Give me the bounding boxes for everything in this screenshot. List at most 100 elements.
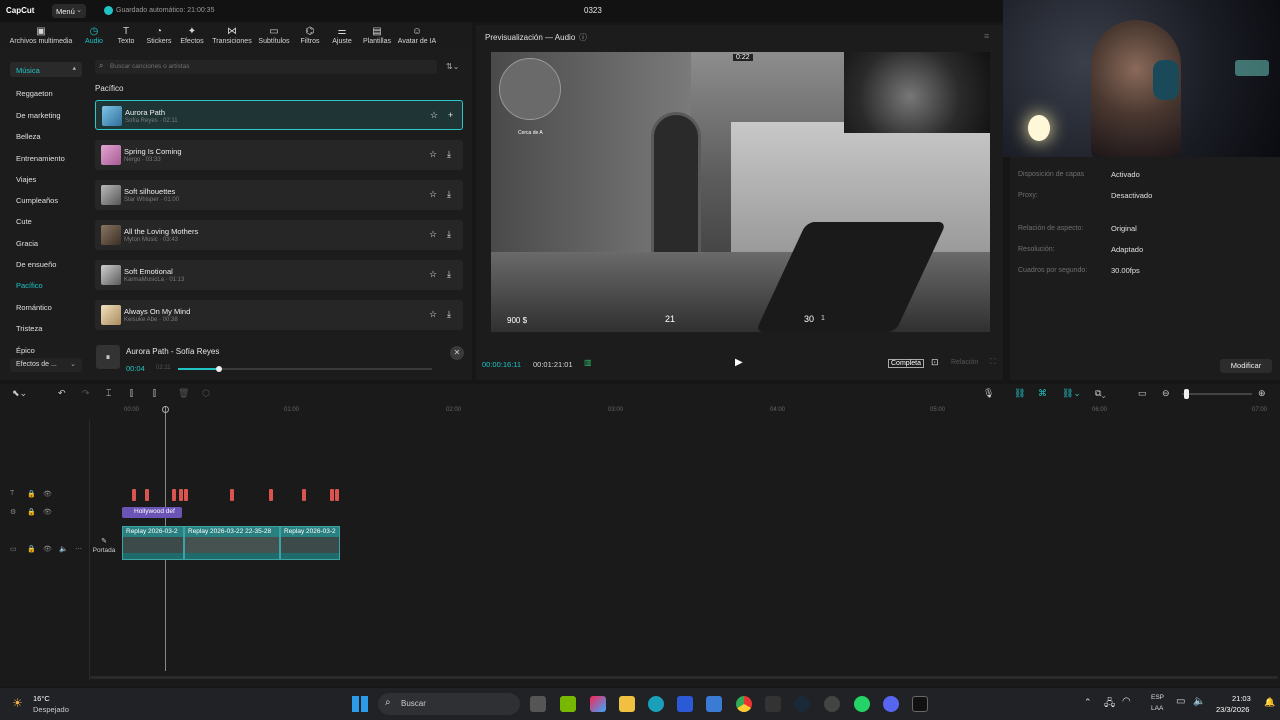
add-icon[interactable]: + [448,110,453,120]
preview-axis-icon[interactable]: ⧉⌄ [1095,388,1106,399]
info-icon[interactable]: ⓘ [579,32,587,43]
monitor-icon[interactable]: ▭ [1176,696,1185,707]
category-item[interactable]: Gracia [16,239,38,248]
favorite-icon[interactable]: ☆ [429,269,437,280]
windows-start-icon[interactable] [352,696,368,712]
tab-stickers[interactable]: ◔ Stickers [144,26,174,46]
tab-filters[interactable]: ⌬ Filtros [296,26,324,46]
split-left-icon[interactable]: ⫿ [130,388,133,399]
effects-category-dropdown[interactable]: Efectos de ... ⌄ [10,358,82,372]
cover-button[interactable]: ✎ Portada [90,537,118,561]
clock-date[interactable]: 23/3/2026 [1216,705,1249,714]
task-view-icon[interactable] [530,696,546,712]
zoom-slider[interactable] [1182,389,1252,399]
tab-media[interactable]: ▣ Archivos multimedia [6,26,76,46]
category-item[interactable]: Reggaeton [16,89,53,98]
download-icon[interactable]: ⤓ [447,229,451,240]
eye-icon[interactable]: 👁 [43,490,52,498]
language-code[interactable]: ESP [1151,694,1164,701]
category-item[interactable]: Entrenamiento [16,154,65,163]
menu-button[interactable]: Menú ⌄ [52,4,86,18]
timeline-scrollbar[interactable] [90,676,1278,679]
file-explorer-icon[interactable] [619,696,635,712]
tab-subtitles[interactable]: ▭ Subtítulos [256,26,292,46]
player-progress-track[interactable] [178,366,432,372]
volume-icon[interactable]: 🔈 [1193,696,1205,707]
player-progress-knob[interactable] [215,366,222,372]
category-item[interactable]: Romántico [16,303,52,312]
steam-icon[interactable] [794,696,810,712]
tab-ai-avatar[interactable]: ☺ Avatar de IA [396,26,438,46]
playhead-handle[interactable] [162,406,169,413]
pause-button[interactable]: ⏸ [96,345,120,369]
notification-bell-icon[interactable]: 🔔 [1264,697,1275,708]
text-marker[interactable] [145,489,149,501]
text-marker[interactable] [132,489,136,501]
outlook-icon[interactable] [706,696,722,712]
split-icon[interactable]: ⌶ [106,388,111,399]
eye-icon[interactable]: 👁 [43,545,52,553]
download-icon[interactable]: ⤓ [447,149,451,160]
zoom-in-icon[interactable]: ⊕ [1258,388,1266,399]
chrome-icon[interactable] [736,696,752,712]
video-clip[interactable]: Replay 2026-03-2 [280,526,340,560]
download-icon[interactable]: ⤓ [447,309,451,320]
calculator-icon[interactable] [677,696,693,712]
whatsapp-icon[interactable] [854,696,870,712]
discord-icon[interactable] [883,696,899,712]
speaker-icon[interactable]: 🔈 [59,545,68,553]
property-value[interactable]: 30.00fps [1111,266,1140,275]
filter-icon[interactable]: ⇅⌄ [446,62,459,71]
tab-text[interactable]: T Texto [112,26,140,46]
track-item[interactable]: Spring Is Coming Nergo · 03:33 ☆ ⤓ [95,140,463,170]
delete-icon[interactable]: 🗑 [178,388,189,399]
category-item-active[interactable]: Pacífico [16,281,43,290]
snap-icon[interactable]: ⛓⌄ [1062,388,1081,399]
timeline-ruler[interactable]: 00:00 01:00 02:00 03:00 04:00 05:00 06:0… [90,404,1280,418]
text-marker[interactable] [184,489,188,501]
property-value[interactable]: Adaptado [1111,245,1143,254]
video-clip[interactable]: Replay 2026-03-22 22-35-28 [184,526,280,560]
modify-button[interactable]: Modificar [1220,359,1272,373]
track-item[interactable]: Aurora Path Sofía Reyes · 02:11 ☆ + [95,100,463,130]
language-region[interactable]: LAA [1151,705,1163,712]
timeline-grid-icon[interactable]: ▥ [584,358,592,367]
effect-clip[interactable]: Hollywood def [122,507,182,518]
more-icon[interactable]: ⋯ [75,545,82,553]
tab-effects[interactable]: ✦ Efectos [177,26,207,46]
preview-video-frame[interactable]: Cerca de A 0:22 900 $ 21 30 1 [491,52,990,332]
text-marker[interactable] [302,489,306,501]
lock-icon[interactable]: 🔒 [27,508,36,516]
category-item[interactable]: De marketing [16,111,61,120]
epic-games-icon[interactable] [765,696,781,712]
text-marker[interactable] [172,489,176,501]
favorite-icon[interactable]: ☆ [429,229,437,240]
category-item[interactable]: Tristeza [16,324,42,333]
weather-icon[interactable]: ☀ [12,696,23,710]
favorite-icon[interactable]: ☆ [429,149,437,160]
tab-adjust[interactable]: ⚌ Ajuste [328,26,356,46]
zoom-slider-knob[interactable] [1184,389,1189,399]
favorite-icon[interactable]: ☆ [430,110,438,121]
text-marker[interactable] [330,489,334,501]
clock-time[interactable]: 21:03 [1232,694,1251,703]
category-item[interactable]: De ensueño [16,260,56,269]
link-icon[interactable]: ⛓ [1014,388,1025,399]
category-item[interactable]: Viajes [16,175,36,184]
redo-icon[interactable]: ↷ [82,388,90,399]
lock-icon[interactable]: 🔒 [27,545,36,553]
favorite-icon[interactable]: ☆ [429,309,437,320]
video-clip[interactable]: Replay 2026-03-2 [122,526,184,560]
captions-icon[interactable]: ▭ [1138,388,1147,399]
tab-transitions[interactable]: ⋈ Transiciones [210,26,254,46]
category-music-header[interactable]: Música ▴ [10,62,82,77]
category-item[interactable]: Épico [16,346,35,355]
eye-icon[interactable]: 👁 [43,508,52,516]
wifi-icon[interactable]: ◠ [1122,696,1131,707]
fullscreen-icon[interactable]: ⛶ [990,357,996,367]
taskbar-search[interactable]: ⌕ Buscar [378,693,520,715]
favorite-icon[interactable]: ☆ [429,189,437,200]
openai-icon[interactable] [824,696,840,712]
ratio-button[interactable]: Relación [951,359,978,366]
copilot-icon[interactable] [590,696,606,712]
